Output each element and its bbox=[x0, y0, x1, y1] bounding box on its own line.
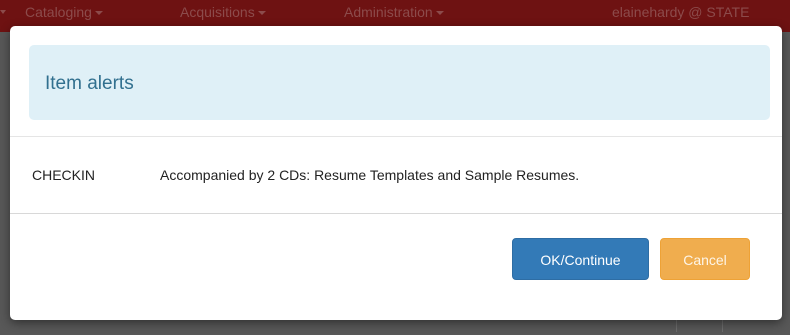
nav-menu-label: Cataloging bbox=[25, 4, 92, 20]
nav-user-menu[interactable]: elainehardy @ STATE bbox=[612, 3, 749, 21]
nav-user-label: elainehardy @ STATE bbox=[612, 4, 750, 20]
item-alerts-dialog: Item alerts CHECKIN Accompanied by 2 CDs… bbox=[10, 26, 782, 320]
nav-menu-label: Administration bbox=[344, 4, 433, 20]
chevron-down-icon bbox=[435, 11, 444, 16]
nav-menu-acquisitions[interactable]: Acquisitions bbox=[180, 3, 266, 21]
background-divider bbox=[676, 318, 677, 332]
modal-footer: OK/Continue Cancel bbox=[10, 213, 782, 320]
chevron-down-icon bbox=[257, 11, 266, 16]
alert-type: CHECKIN bbox=[32, 167, 96, 183]
modal-body: CHECKIN Accompanied by 2 CDs: Resume Tem… bbox=[10, 137, 782, 213]
nav-menu-administration[interactable]: Administration bbox=[344, 3, 444, 21]
ok-continue-button[interactable]: OK/Continue bbox=[512, 238, 649, 280]
alert-message: Accompanied by 2 CDs: Resume Templates a… bbox=[160, 167, 580, 183]
chevron-down-icon bbox=[0, 10, 6, 14]
background-divider bbox=[722, 318, 723, 332]
alert-info-panel: Item alerts bbox=[29, 45, 770, 120]
cancel-button[interactable]: Cancel bbox=[660, 238, 750, 280]
modal-title: Item alerts bbox=[45, 73, 134, 94]
modal-header: Item alerts bbox=[10, 26, 782, 137]
nav-menu-label: Acquisitions bbox=[180, 4, 255, 20]
chevron-down-icon bbox=[94, 11, 103, 16]
nav-menu-cataloging[interactable]: Cataloging bbox=[25, 3, 103, 21]
